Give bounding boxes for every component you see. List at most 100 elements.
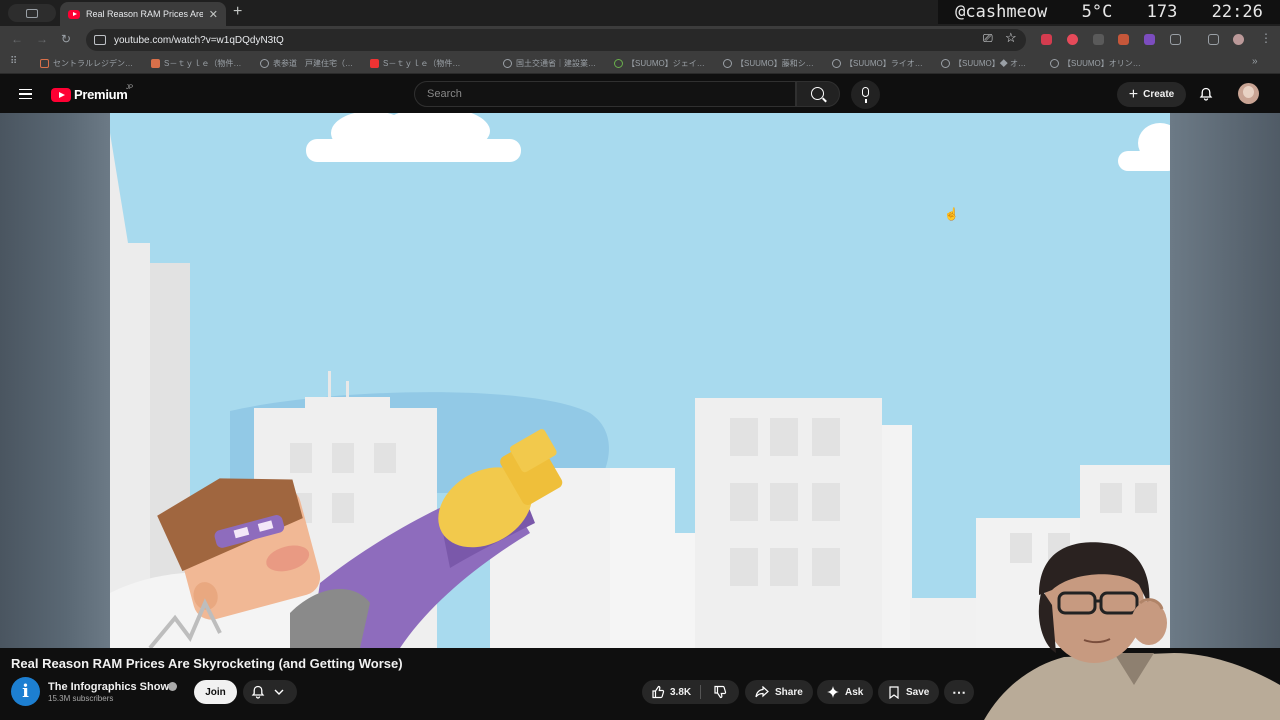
like-count: 3.8K (670, 686, 692, 698)
hand-cursor-icon: ☝ (944, 207, 959, 221)
bookmark-item[interactable]: S－ｔｙｌｅ（物件… (151, 58, 241, 69)
globe-icon (723, 59, 732, 68)
bookmark-item[interactable]: 国土交通省｜建設業… (503, 58, 596, 69)
globe-icon (503, 59, 512, 68)
youtube-favicon-icon (68, 9, 80, 19)
extension-icon[interactable] (1144, 34, 1155, 45)
save-button[interactable]: Save (878, 680, 940, 704)
extension-icon[interactable] (1067, 34, 1078, 45)
new-tab-icon[interactable]: + (233, 3, 242, 21)
bookmark-favicon-icon (151, 59, 160, 68)
chevron-down-icon (274, 689, 284, 695)
search-box[interactable] (414, 81, 796, 107)
sparkle-icon (827, 686, 839, 698)
tab-close-icon[interactable]: ✕ (209, 8, 218, 21)
like-dislike-group: 3.8K (642, 680, 739, 704)
bookmarks-bar: ⠿ セントラルレジデン… S－ｔｙｌｅ（物件… 表参道 戸建住宅（… S－ｔｙｌ… (0, 54, 1280, 74)
bookmark-item[interactable]: 【SUUMO】オリン… (1050, 58, 1141, 69)
voice-search-button[interactable] (851, 80, 880, 109)
search-icon (811, 87, 824, 100)
channel-avatar[interactable]: i (11, 677, 40, 706)
channel-name[interactable]: The Infographics Show (48, 681, 169, 693)
divider (700, 685, 701, 699)
stream-status-overlay: @cashmeow 5°C 173 22:26 (938, 0, 1280, 24)
create-button[interactable]: + Create (1117, 82, 1186, 107)
bookmark-favicon-icon (614, 59, 623, 68)
tab-title: Real Reason RAM Prices Are (86, 9, 203, 19)
youtube-favicon-icon (370, 59, 379, 68)
globe-icon (832, 59, 841, 68)
globe-icon (260, 59, 269, 68)
extension-icon[interactable] (1041, 34, 1052, 45)
forward-icon[interactable]: → (36, 32, 48, 46)
search-input[interactable] (415, 82, 795, 106)
browser-tab-active[interactable]: Real Reason RAM Prices Are ✕ (60, 2, 226, 26)
youtube-logo-icon (51, 87, 71, 102)
bookmark-item[interactable]: 【SUUMO】藤和シ… (723, 58, 814, 69)
bell-icon (251, 685, 265, 699)
back-icon[interactable]: ← (11, 32, 23, 46)
extension-icon[interactable] (1093, 34, 1104, 45)
profile-avatar-icon[interactable] (1233, 34, 1244, 45)
youtube-header: Premium JP + Create (0, 75, 1280, 113)
plus-icon: + (1128, 85, 1139, 103)
browser-menu-icon[interactable]: ⋮ (1260, 31, 1272, 45)
bookmark-item[interactable]: 【SUUMO】ジェイ… (614, 58, 705, 69)
bookmark-item[interactable]: 【SUUMO】ライオ… (832, 58, 923, 69)
bookmark-item[interactable]: セントラルレジデン… (40, 58, 133, 69)
streamer-webcam-image (984, 542, 1280, 720)
logo-text: Premium (74, 87, 128, 102)
address-bar[interactable]: youtube.com/watch?v=w1qDQdyN3tQ (86, 29, 1026, 51)
ask-label: Ask (845, 686, 864, 698)
bookmark-item[interactable]: S－ｔｙｌｅ（物件… (370, 58, 460, 69)
reading-list-icon[interactable] (1208, 34, 1219, 45)
bookmark-favicon-icon (40, 59, 49, 68)
hamburger-menu-icon[interactable] (19, 89, 32, 99)
more-bookmarks-icon[interactable]: » (1252, 56, 1258, 67)
overlay-temperature: 5°C (1081, 2, 1113, 22)
logo-region: JP (126, 85, 134, 91)
overlay-number: 173 (1146, 2, 1178, 22)
share-label: Share (775, 686, 803, 698)
reload-icon[interactable]: ↻ (61, 32, 71, 46)
account-avatar[interactable] (1238, 83, 1259, 104)
webcam-overlay (964, 535, 1280, 720)
overlay-time: 22:26 (1211, 2, 1263, 22)
share-button[interactable]: Share (745, 680, 813, 704)
join-button[interactable]: Join (194, 680, 237, 704)
building (110, 133, 190, 648)
globe-icon (941, 59, 950, 68)
like-button[interactable]: 3.8K (642, 680, 700, 704)
ask-button[interactable]: Ask (817, 680, 874, 704)
browser-toolbar: ← → ↻ youtube.com/watch?v=w1qDQdyN3tQ ⎚ … (0, 26, 1280, 54)
apps-grid-icon[interactable]: ⠿ (10, 56, 17, 67)
extension-icon[interactable] (1118, 34, 1129, 45)
thumbs-up-icon (652, 685, 665, 699)
window-icon (26, 8, 38, 18)
search-button[interactable] (796, 81, 840, 107)
bookmark-item[interactable]: 表参道 戸建住宅（… (260, 58, 353, 69)
video-title: Real Reason RAM Prices Are Skyrocketing … (11, 656, 403, 671)
youtube-premium-logo[interactable]: Premium (51, 87, 128, 102)
notifications-bell-icon[interactable] (1199, 87, 1213, 101)
cloud (1118, 123, 1170, 171)
save-label: Save (906, 686, 930, 698)
tab-search-button[interactable] (8, 4, 56, 22)
cast-icon[interactable]: ⎚ (983, 31, 993, 46)
create-label: Create (1143, 89, 1175, 100)
extensions-puzzle-icon[interactable] (1170, 34, 1181, 45)
overlay-handle: @cashmeow (955, 2, 1048, 22)
microphone-icon (862, 87, 869, 97)
verified-badge-icon (168, 682, 177, 691)
save-playlist-icon (889, 685, 899, 699)
url-text: youtube.com/watch?v=w1qDQdyN3tQ (114, 34, 284, 46)
site-info-icon[interactable] (94, 35, 106, 45)
cloud (306, 113, 521, 162)
bookmark-item[interactable]: 【SUUMO】◆ オ… (941, 58, 1026, 69)
subscribed-notifications-button[interactable] (243, 680, 297, 704)
bookmark-star-icon[interactable]: ☆ (1005, 30, 1017, 46)
ambient-backdrop-left (0, 113, 110, 648)
globe-icon (1050, 59, 1059, 68)
dislike-button[interactable] (705, 680, 735, 704)
share-icon (755, 686, 769, 698)
